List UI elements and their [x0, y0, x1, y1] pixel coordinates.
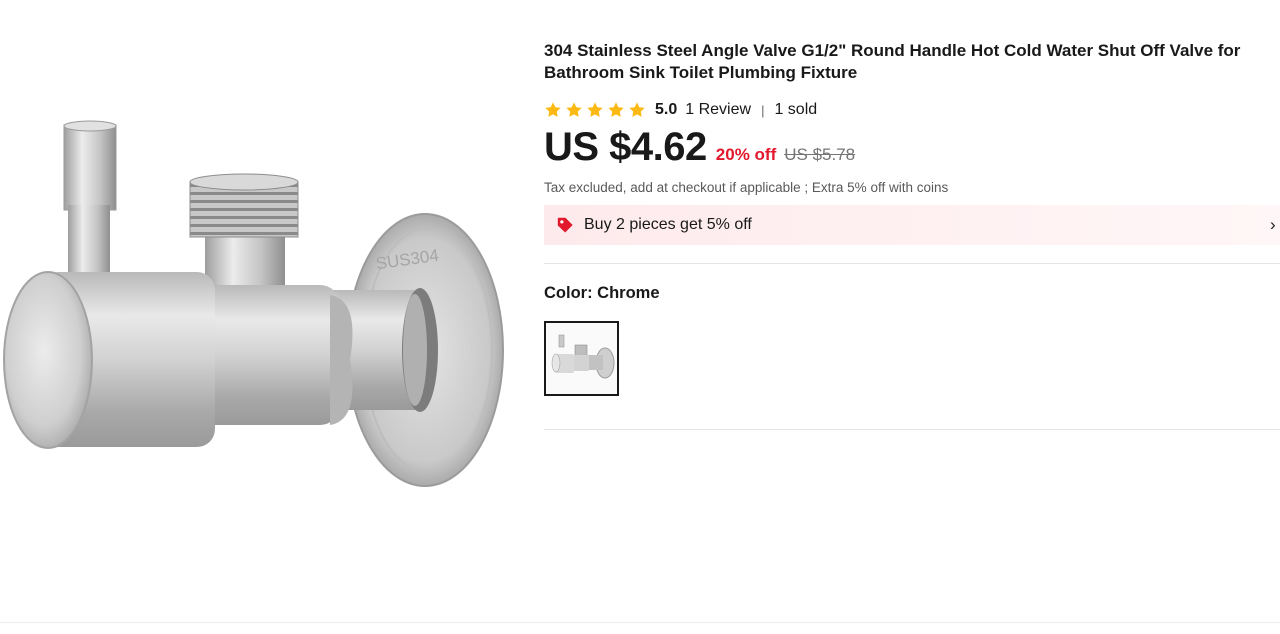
color-label: Color: Chrome: [544, 284, 660, 302]
product-info-panel: 304 Stainless Steel Angle Valve G1/2" Ro…: [544, 40, 1280, 430]
chrome-thumbnail-image: [548, 325, 615, 392]
star-icon: [608, 102, 624, 117]
product-main-image[interactable]: SUS304: [0, 0, 515, 590]
reviews-link[interactable]: 1 Review: [685, 101, 751, 119]
tax-note: Tax excluded, add at checkout if applica…: [544, 180, 949, 195]
promo-banner[interactable]: Buy 2 pieces get 5% off ›: [544, 205, 1280, 245]
rating-row[interactable]: 5.0 1 Review | 1 sold: [544, 99, 1280, 121]
star-icon: [566, 102, 582, 117]
rating-value: 5.0: [655, 101, 678, 118]
rating-stars: [544, 101, 646, 119]
star-icon: [587, 102, 603, 117]
divider: [544, 429, 1280, 430]
star-icon: [629, 102, 645, 117]
price-row: US $4.62 20% off US $5.78: [544, 125, 1280, 175]
divider: [544, 263, 1280, 264]
current-price: US $4.62: [544, 125, 707, 169]
star-icon: [545, 102, 561, 117]
discount-badge: 20% off: [715, 145, 777, 164]
rating-separator: |: [761, 102, 765, 118]
original-price: US $5.78: [784, 145, 856, 164]
valve-image: SUS304: [3, 120, 504, 487]
color-option-chrome[interactable]: [544, 321, 619, 396]
promo-text: Buy 2 pieces get 5% off: [584, 216, 752, 233]
chevron-right-icon[interactable]: ›: [1270, 215, 1280, 235]
product-title: 304 Stainless Steel Angle Valve G1/2" Ro…: [544, 41, 1241, 82]
section-divider: [0, 622, 1280, 623]
price-tag-icon: [557, 217, 573, 233]
sold-count: 1 sold: [774, 101, 818, 118]
